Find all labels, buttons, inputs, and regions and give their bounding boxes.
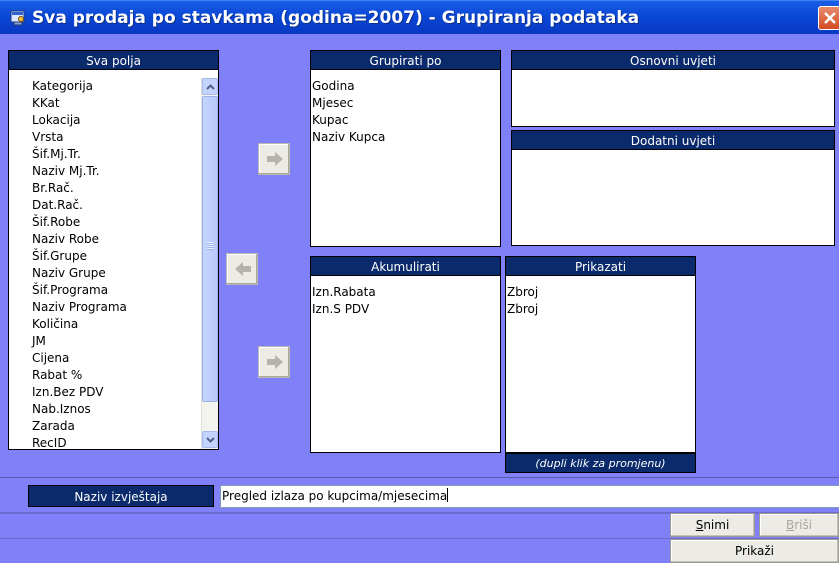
brisi-accelerator: B (785, 518, 795, 532)
list-item[interactable]: Šif.Grupe (32, 248, 206, 265)
list-item[interactable]: Dat.Rač. (32, 197, 206, 214)
text-caret (447, 488, 449, 502)
list-item[interactable]: Izn.Bez PDV (32, 384, 206, 401)
snimi-button[interactable]: Snimi (670, 513, 755, 537)
akumulirati-listbox[interactable]: Izn.Rabata Izn.S PDV (310, 275, 501, 453)
add-group-button[interactable] (258, 143, 290, 175)
dodatni-uvjeti-header: Dodatni uvjeti (511, 130, 835, 150)
list-item[interactable]: Naziv Programa (32, 299, 206, 316)
scroll-grip (207, 242, 214, 250)
report-name-input[interactable]: Pregled izlaza po kupcima/mjesecima (220, 485, 839, 508)
scroll-down-button[interactable] (202, 431, 218, 448)
list-item[interactable]: Šif.Programa (32, 282, 206, 299)
list-item[interactable]: JM (32, 333, 206, 350)
sva-polja-scrollbar[interactable] (201, 78, 218, 449)
list-item[interactable]: Cijena (32, 350, 206, 367)
list-item[interactable]: Rabat % (32, 367, 206, 384)
list-item[interactable]: Lokacija (32, 112, 206, 129)
list-item[interactable]: Vrsta (32, 129, 206, 146)
dodatni-uvjeti-box[interactable] (511, 149, 835, 246)
prikazati-list: Zbroj Zbroj (506, 284, 691, 318)
naziv-izvjestaja-label: Naziv izvještaja (28, 485, 214, 507)
divider (0, 477, 839, 478)
app-icon (10, 10, 26, 26)
add-accumulate-button[interactable] (258, 346, 290, 378)
akumulirati-list: Izn.Rabata Izn.S PDV (311, 284, 496, 318)
list-item[interactable]: Naziv Robe (32, 231, 206, 248)
list-item[interactable]: Izn.Rabata (312, 284, 496, 301)
list-item[interactable]: Naziv Grupe (32, 265, 206, 282)
title-bar[interactable]: Sva prodaja po stavkama (godina=2007) - … (0, 0, 839, 34)
sva-polja-list: Kategorija KKat Lokacija Vrsta Šif.Mj.Tr. Naz… (31, 78, 206, 452)
brisi-label: riši (794, 518, 813, 532)
list-item[interactable]: Zbroj (507, 301, 691, 318)
list-item[interactable]: RecID (32, 435, 206, 452)
list-item[interactable]: Kupac (312, 112, 496, 129)
remove-button[interactable] (226, 253, 258, 285)
list-item[interactable]: Šif.Mj.Tr. (32, 146, 206, 163)
list-item[interactable]: Nab.Iznos (32, 401, 206, 418)
list-item[interactable]: Kategorija (32, 78, 206, 95)
close-icon (824, 12, 836, 24)
arrow-left-icon (235, 262, 251, 276)
snimi-label: nimi (703, 518, 730, 532)
report-name-value: Pregled izlaza po kupcima/mjesecima (222, 489, 448, 503)
chevron-down-icon (206, 437, 215, 443)
close-button[interactable] (818, 6, 839, 30)
list-item[interactable]: Količina (32, 316, 206, 333)
window-title: Sva prodaja po stavkama (godina=2007) - … (32, 8, 640, 28)
list-item[interactable]: Šif.Robe (32, 214, 206, 231)
chevron-up-icon (206, 84, 215, 90)
prikazati-footer: (dupli klik za promjenu) (505, 453, 696, 473)
list-item[interactable]: KKat (32, 95, 206, 112)
brisi-button[interactable]: Briši (759, 513, 839, 537)
prikazi-button[interactable]: Prikaži (670, 539, 839, 563)
scroll-up-button[interactable] (202, 78, 218, 95)
arrow-right-icon (267, 355, 283, 369)
list-item[interactable]: Godina (312, 78, 496, 95)
list-item[interactable]: Naziv Kupca (312, 129, 496, 146)
list-item[interactable]: Br.Rač. (32, 180, 206, 197)
list-item[interactable]: Zbroj (507, 284, 691, 301)
list-item[interactable]: Naziv Mj.Tr. (32, 163, 206, 180)
osnovni-uvjeti-box[interactable] (511, 69, 835, 127)
prikazati-listbox[interactable]: Zbroj Zbroj (505, 275, 696, 453)
sva-polja-listbox[interactable]: Kategorija KKat Lokacija Vrsta Šif.Mj.Tr. Naz… (8, 69, 219, 450)
prikazati-header: Prikazati (505, 256, 696, 276)
list-item[interactable]: Izn.S PDV (312, 301, 496, 318)
grupirati-po-listbox[interactable]: Godina Mjesec Kupac Naziv Kupca (310, 69, 501, 247)
list-item[interactable]: Zarada (32, 418, 206, 435)
arrow-right-icon (267, 152, 283, 166)
grupirati-po-header: Grupirati po (310, 50, 501, 70)
list-item[interactable]: Mjesec (312, 95, 496, 112)
grupirati-po-list: Godina Mjesec Kupac Naziv Kupca (311, 78, 496, 146)
scroll-thumb[interactable] (202, 96, 218, 402)
osnovni-uvjeti-header: Osnovni uvjeti (511, 50, 835, 70)
akumulirati-header: Akumulirati (310, 256, 501, 276)
sva-polja-header: Sva polja (8, 50, 219, 70)
